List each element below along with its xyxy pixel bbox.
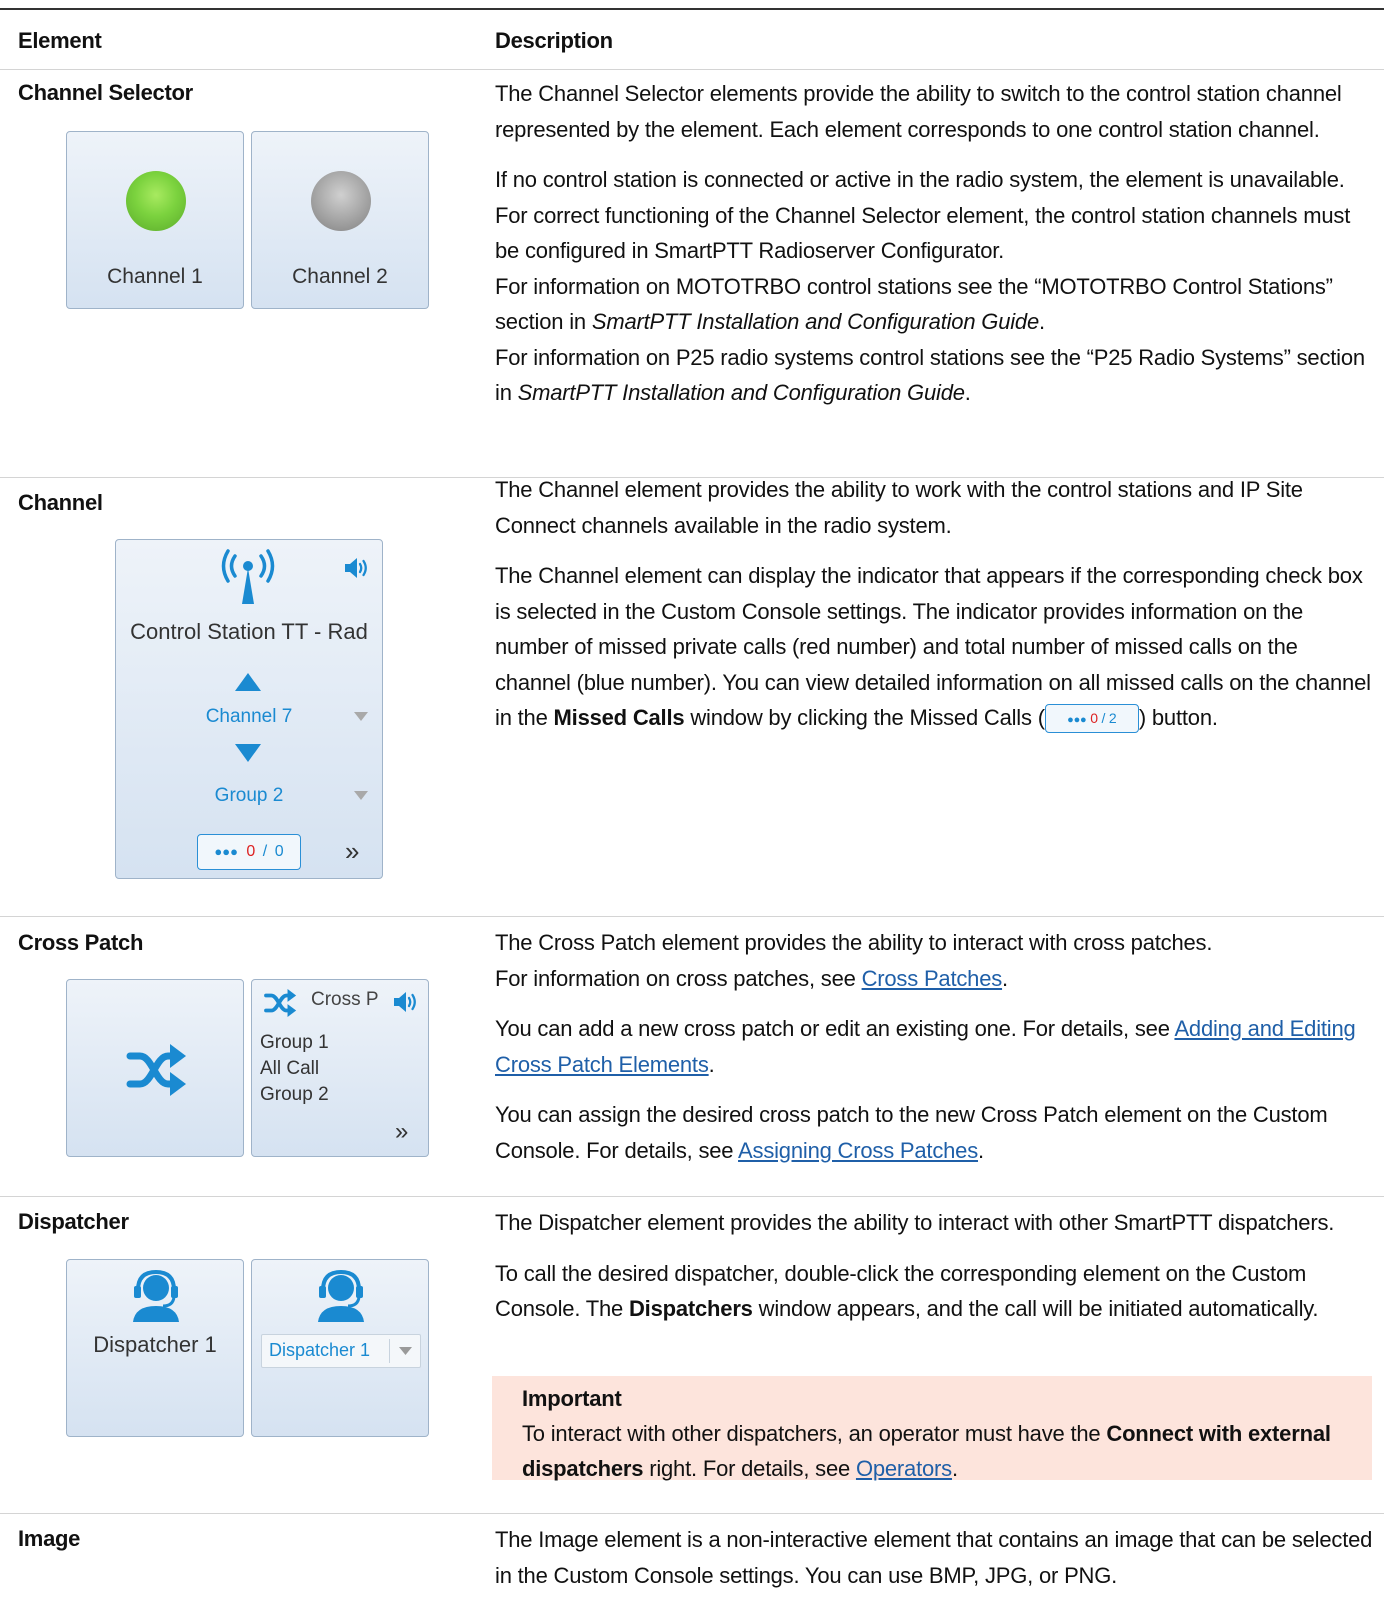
element-name-cross-patch: Cross Patch <box>18 930 144 955</box>
status-indicator-green-icon <box>126 171 186 231</box>
more-button[interactable]: » <box>345 836 359 867</box>
speaker-icon[interactable] <box>393 990 419 1014</box>
dispatcher-label: Dispatcher 1 <box>93 1332 217 1357</box>
dropdown-divider <box>389 1339 390 1363</box>
dispatcher-tile-1[interactable]: Dispatcher 1 <box>66 1259 244 1437</box>
top-rule <box>0 8 1384 10</box>
paragraph: The Image element is a non-interactive e… <box>495 1527 1373 1588</box>
people-icon: ●●● <box>214 844 238 859</box>
paragraph: To call the desired dispatcher, double-c… <box>495 1260 1319 1322</box>
group-value[interactable]: Group 2 <box>116 785 382 807</box>
important-title: Important <box>522 1386 622 1411</box>
headset-operator-icon <box>133 1269 179 1322</box>
missed-calls-button[interactable]: ●●● 0 / 0 <box>197 834 301 870</box>
headset-operator-icon <box>318 1269 364 1322</box>
channel-down-arrow-icon[interactable] <box>235 744 261 762</box>
channel-tile[interactable]: Control Station TT - Rad Channel 7 Group… <box>115 539 383 879</box>
more-button[interactable]: » <box>395 1118 408 1146</box>
cross-patch-title: Cross P <box>311 989 379 1010</box>
description-channel: The Channel element provides the ability… <box>495 472 1375 736</box>
chevron-down-icon[interactable] <box>354 712 368 721</box>
status-indicator-gray-icon <box>311 171 371 231</box>
shuffle-icon <box>264 989 297 1017</box>
dispatcher-tile-2[interactable]: Dispatcher 1 <box>251 1259 429 1437</box>
channel-selector-label: Channel 1 <box>107 265 203 288</box>
member-item: Group 1 <box>260 1032 329 1053</box>
paragraph: You can add a new cross patch or edit an… <box>495 1016 1356 1077</box>
header-divider <box>0 69 1384 70</box>
assigning-cross-patches-link[interactable]: Assigning Cross Patches <box>738 1138 978 1163</box>
member-item: Group 2 <box>260 1084 329 1105</box>
channel-selector-label: Channel 2 <box>292 265 388 288</box>
speaker-icon[interactable] <box>344 556 370 580</box>
paragraph: The Channel element provides the ability… <box>495 477 1303 538</box>
paragraph: The Cross Patch element provides the abi… <box>495 930 1213 991</box>
cross-patches-link[interactable]: Cross Patches <box>862 966 1003 991</box>
channel-up-arrow-icon[interactable] <box>235 673 261 691</box>
operators-link[interactable]: Operators <box>856 1456 952 1481</box>
element-name-channel-selector: Channel Selector <box>18 80 193 105</box>
paragraph: The Channel Selector elements provide th… <box>495 81 1342 142</box>
paragraph: The Dispatcher element provides the abil… <box>495 1210 1335 1235</box>
element-name-dispatcher: Dispatcher <box>18 1209 129 1234</box>
paragraph: You can assign the desired cross patch t… <box>495 1102 1328 1163</box>
description-dispatcher: The Dispatcher element provides the abil… <box>495 1205 1375 1342</box>
description-cross-patch: The Cross Patch element provides the abi… <box>495 925 1375 1183</box>
dispatcher-dropdown[interactable]: Dispatcher 1 <box>261 1334 421 1368</box>
row-divider <box>0 1513 1384 1514</box>
cross-patch-tile-2[interactable]: Cross P Group 1 All Call Group 2 » <box>251 979 429 1157</box>
antenna-icon <box>221 549 275 604</box>
chevron-down-icon <box>399 1347 412 1355</box>
description-image: The Image element is a non-interactive e… <box>495 1522 1375 1608</box>
member-item: All Call <box>260 1058 320 1079</box>
people-icon: ●●● <box>1067 714 1087 726</box>
missed-calls-inline-button: ●●● 0 / 2 <box>1044 704 1139 733</box>
header-element: Element <box>18 28 102 53</box>
channel-selector-tile-1[interactable]: Channel 1 <box>66 131 244 309</box>
chevron-down-icon[interactable] <box>354 791 368 800</box>
header-description: Description <box>495 28 613 53</box>
channel-value[interactable]: Channel 7 <box>116 706 382 728</box>
shuffle-icon <box>126 1044 186 1096</box>
cross-patch-members: Group 1 All Call Group 2 <box>260 1030 329 1108</box>
important-note: Important To interact with other dispatc… <box>492 1376 1372 1481</box>
channel-selector-tile-2[interactable]: Channel 2 <box>251 131 429 309</box>
element-name-channel: Channel <box>18 490 103 515</box>
description-channel-selector: The Channel Selector elements provide th… <box>495 76 1375 411</box>
row-divider <box>0 1196 1384 1197</box>
channel-tile-title: Control Station TT - Rad <box>130 619 368 644</box>
important-text: To interact with other dispatchers, an o… <box>522 1421 1331 1481</box>
cross-patch-tile-1[interactable] <box>66 979 244 1157</box>
paragraph: If no control station is connected or ac… <box>495 167 1365 405</box>
element-name-image: Image <box>18 1526 81 1551</box>
dispatcher-dropdown-value: Dispatcher 1 <box>269 1340 371 1360</box>
paragraph: The Channel element can display the indi… <box>495 558 1375 736</box>
row-divider <box>0 916 1384 917</box>
